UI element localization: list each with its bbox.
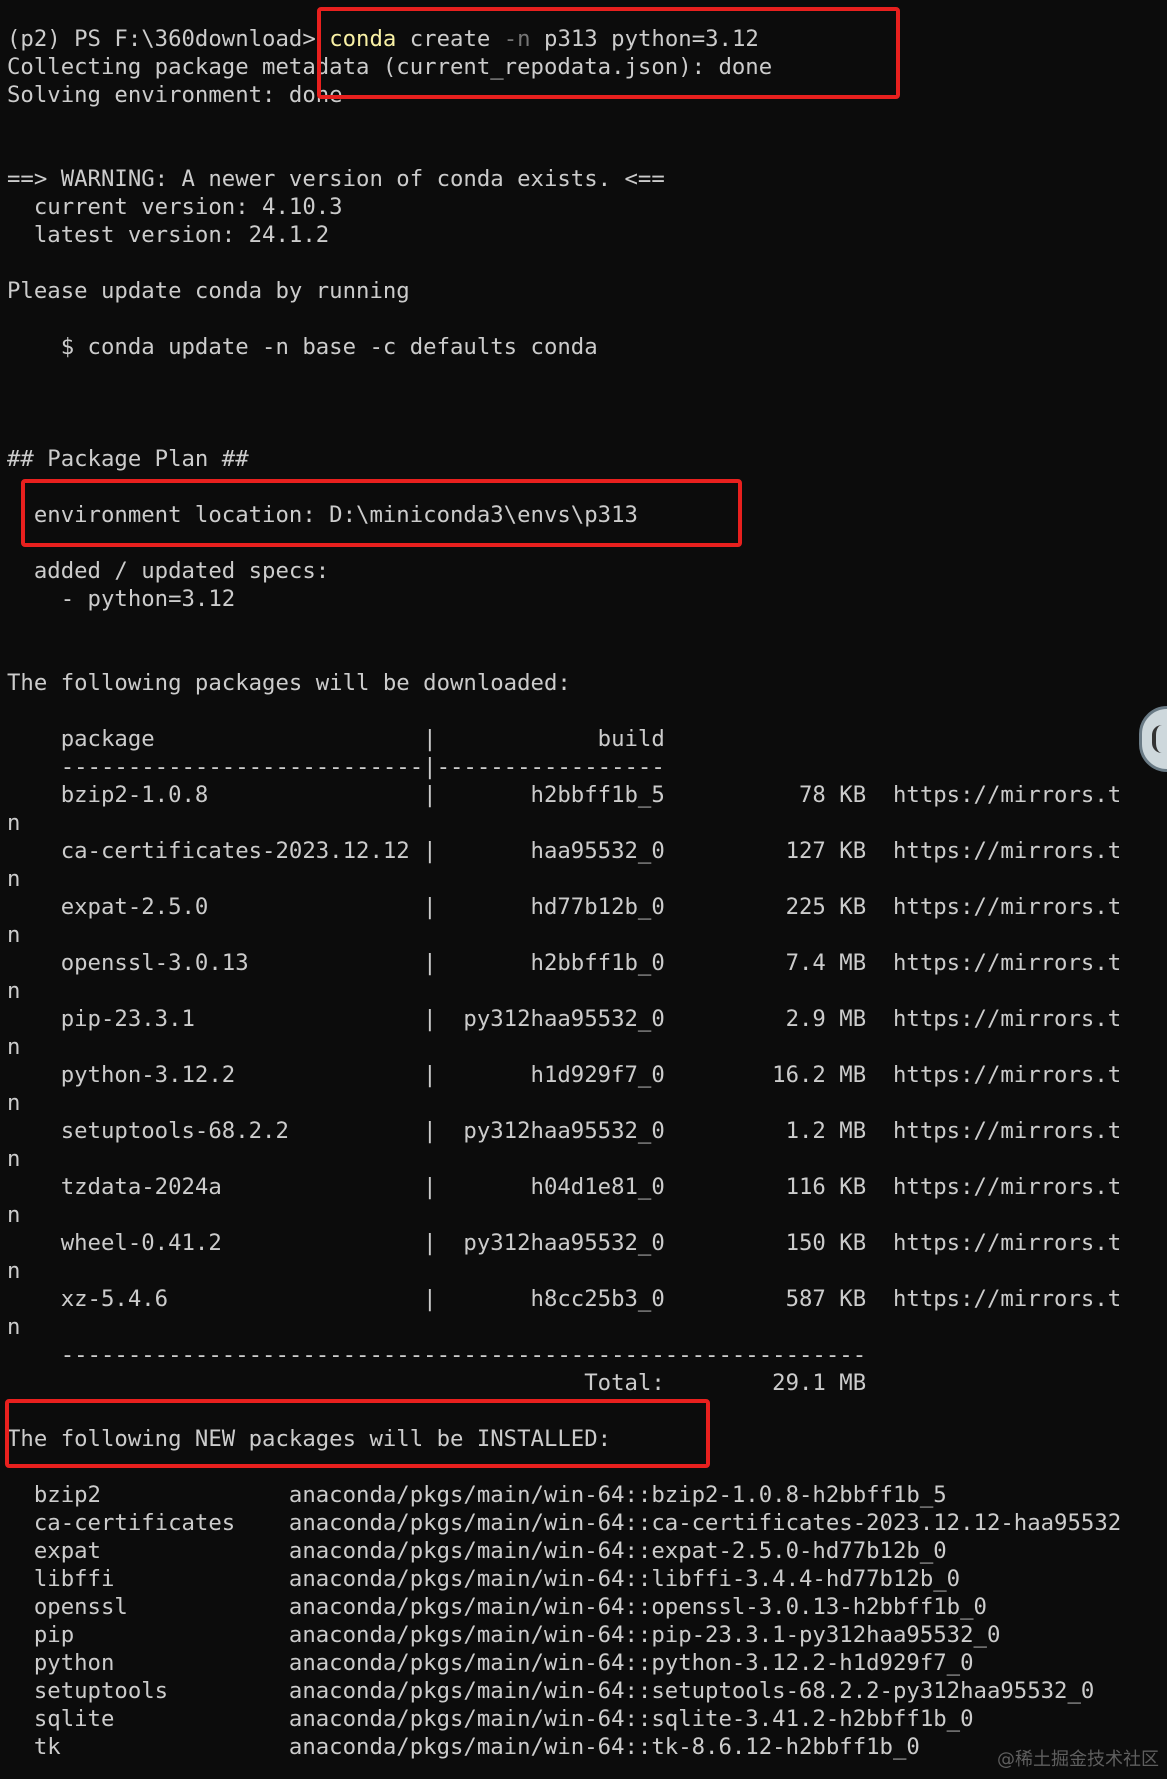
download-row: bzip2-1.0.8 | h2bbff1b_5 78 KB https://m…: [7, 782, 1122, 808]
download-row: pip-23.3.1 | py312haa95532_0 2.9 MB http…: [7, 1006, 1122, 1032]
download-table-header: package | build: [7, 726, 665, 752]
package-plan-heading: ## Package Plan ##: [7, 446, 249, 472]
wrap-char: n: [7, 810, 21, 836]
install-row: libffi anaconda/pkgs/main/win-64::libffi…: [7, 1566, 961, 1592]
download-row: setuptools-68.2.2 | py312haa95532_0 1.2 …: [7, 1118, 1122, 1144]
download-row: ca-certificates-2023.12.12 | haa95532_0 …: [7, 838, 1122, 864]
download-table-footer-separator: ----------------------------------------…: [7, 1342, 867, 1368]
install-row: tk anaconda/pkgs/main/win-64::tk-8.6.12-…: [7, 1734, 920, 1760]
update-command-line: $ conda update -n base -c defaults conda: [7, 334, 598, 360]
wrap-char: n: [7, 922, 21, 948]
prompt: (p2) PS F:\360download>: [7, 26, 316, 52]
watermark: @稀土掘金技术社区: [997, 1749, 1159, 1770]
install-row: ca-certificates anaconda/pkgs/main/win-6…: [7, 1510, 1122, 1536]
floating-assistant-icon[interactable]: [1139, 706, 1167, 772]
download-row: python-3.12.2 | h1d929f7_0 16.2 MB https…: [7, 1062, 1122, 1088]
install-row: setuptools anaconda/pkgs/main/win-64::se…: [7, 1678, 1095, 1704]
warning-line: ==> WARNING: A newer version of conda ex…: [7, 166, 665, 192]
highlight-box-environment: [21, 479, 742, 547]
solving-line: Solving environment: done: [7, 82, 343, 108]
highlight-box-installed: [5, 1399, 710, 1468]
download-total: Total: 29.1 MB: [7, 1370, 867, 1396]
install-row: python anaconda/pkgs/main/win-64::python…: [7, 1650, 974, 1676]
install-row: expat anaconda/pkgs/main/win-64::expat-2…: [7, 1538, 947, 1564]
latest-version-line: latest version: 24.1.2: [7, 222, 330, 248]
spec-item-line: - python=3.12: [7, 586, 236, 612]
wrap-char: n: [7, 978, 21, 1004]
assistant-glyph-icon: [1152, 725, 1167, 753]
highlight-box-command: [317, 7, 900, 99]
download-row: expat-2.5.0 | hd77b12b_0 225 KB https://…: [7, 894, 1122, 920]
download-row: xz-5.4.6 | h8cc25b3_0 587 KB https://mir…: [7, 1286, 1122, 1312]
download-row: wheel-0.41.2 | py312haa95532_0 150 KB ht…: [7, 1230, 1122, 1256]
download-row: openssl-3.0.13 | h2bbff1b_0 7.4 MB https…: [7, 950, 1122, 976]
download-row: tzdata-2024a | h04d1e81_0 116 KB https:/…: [7, 1174, 1122, 1200]
wrap-char: n: [7, 1034, 21, 1060]
wrap-char: n: [7, 1258, 21, 1284]
current-version-line: current version: 4.10.3: [7, 194, 343, 220]
download-table-separator: ---------------------------|------------…: [7, 754, 665, 780]
wrap-char: n: [7, 1146, 21, 1172]
added-specs-line: added / updated specs:: [7, 558, 330, 584]
wrap-char: n: [7, 1202, 21, 1228]
wrap-char: n: [7, 1314, 21, 1340]
install-row: openssl anaconda/pkgs/main/win-64::opens…: [7, 1594, 987, 1620]
wrap-char: n: [7, 1090, 21, 1116]
wrap-char: n: [7, 866, 21, 892]
install-row: pip anaconda/pkgs/main/win-64::pip-23.3.…: [7, 1622, 1001, 1648]
please-update-line: Please update conda by running: [7, 278, 410, 304]
install-row: sqlite anaconda/pkgs/main/win-64::sqlite…: [7, 1706, 974, 1732]
download-heading: The following packages will be downloade…: [7, 670, 571, 696]
install-row: bzip2 anaconda/pkgs/main/win-64::bzip2-1…: [7, 1482, 947, 1508]
